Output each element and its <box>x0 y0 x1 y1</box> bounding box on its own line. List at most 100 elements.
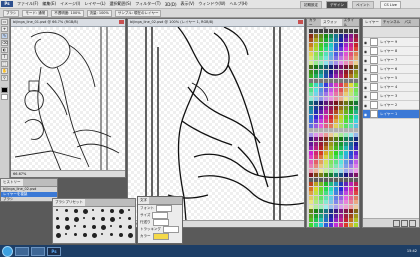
close-icon[interactable] <box>119 20 124 24</box>
color-swatch[interactable] <box>319 105 323 110</box>
color-swatch[interactable] <box>324 56 328 60</box>
color-swatch[interactable] <box>354 33 358 38</box>
color-swatch[interactable] <box>319 33 323 38</box>
color-swatch[interactable] <box>319 177 323 182</box>
color-swatch[interactable] <box>349 110 353 114</box>
color-swatch[interactable] <box>344 51 348 56</box>
color-swatch[interactable] <box>349 29 353 33</box>
color-swatch[interactable] <box>354 29 358 33</box>
color-swatch[interactable] <box>354 65 358 69</box>
color-swatch[interactable] <box>309 195 313 200</box>
color-swatch[interactable] <box>314 29 318 33</box>
tab-layers[interactable]: レイヤー <box>363 19 381 26</box>
color-swatch[interactable] <box>324 69 328 74</box>
color-swatch[interactable] <box>339 38 343 42</box>
color-swatch[interactable] <box>329 114 333 119</box>
color-swatch[interactable] <box>354 60 358 65</box>
color-swatch[interactable] <box>324 191 328 195</box>
color-swatch[interactable] <box>309 168 313 173</box>
color-swatch[interactable] <box>329 56 333 60</box>
color-swatch[interactable] <box>319 78 323 83</box>
color-swatch[interactable] <box>334 150 338 155</box>
color-swatch[interactable] <box>329 51 333 56</box>
color-swatch[interactable] <box>314 191 318 195</box>
color-swatch[interactable] <box>324 173 328 177</box>
color-swatch[interactable] <box>334 128 338 132</box>
workspace-paint-button[interactable]: ペイント <box>352 1 374 9</box>
color-swatch[interactable] <box>349 168 353 173</box>
color-swatch[interactable] <box>309 182 313 186</box>
layer-row[interactable]: ◉ レイヤー 2 <box>363 101 419 110</box>
color-swatch[interactable] <box>314 105 318 110</box>
color-swatch[interactable] <box>344 92 348 96</box>
visibility-eye-icon[interactable]: ◉ <box>363 103 368 108</box>
document-tab-main[interactable]: bijinga_line_02.psd @ 100% (レイヤー 1, RGB/… <box>128 19 304 27</box>
color-swatch[interactable] <box>319 128 323 132</box>
document-window-left[interactable]: bijinga_line_01.psd @ 66.7% (RGB/8) 66.6… <box>10 18 126 178</box>
color-swatch[interactable] <box>319 150 323 155</box>
color-swatch[interactable] <box>344 38 348 42</box>
color-swatch[interactable] <box>319 38 323 42</box>
brush-tip-icon[interactable] <box>128 217 131 220</box>
type-tool-icon[interactable]: T <box>1 54 8 60</box>
layer-row[interactable]: ◉ レイヤー 6 <box>363 65 419 74</box>
color-swatch[interactable] <box>344 132 348 137</box>
color-swatch[interactable] <box>309 96 313 101</box>
brush-tip-icon[interactable] <box>110 217 115 222</box>
brush-tip-icon[interactable] <box>74 233 77 236</box>
color-swatch[interactable] <box>314 78 318 83</box>
color-swatch[interactable] <box>339 200 343 204</box>
color-swatch[interactable] <box>324 101 328 105</box>
brush-tip-icon[interactable] <box>65 233 67 235</box>
option-mode[interactable]: モード: 通常 <box>22 9 49 17</box>
color-swatch[interactable] <box>339 83 343 87</box>
color-swatch[interactable] <box>324 96 328 101</box>
brush-tip-icon[interactable] <box>101 209 104 212</box>
color-swatch[interactable] <box>349 56 353 60</box>
color-swatch[interactable] <box>339 123 343 128</box>
color-swatch[interactable] <box>344 60 348 65</box>
brush-tip-icon[interactable] <box>74 217 79 222</box>
color-swatch[interactable] <box>319 119 323 123</box>
menu-edit[interactable]: 編集(E) <box>40 1 58 7</box>
color-swatch[interactable] <box>324 38 328 42</box>
color-swatch[interactable] <box>324 186 328 191</box>
color-swatch[interactable] <box>319 51 323 56</box>
color-swatch[interactable] <box>329 164 333 168</box>
color-swatch[interactable] <box>309 87 313 92</box>
color-swatch[interactable] <box>349 101 353 105</box>
color-swatch[interactable] <box>329 65 333 69</box>
color-swatch[interactable] <box>329 74 333 78</box>
brush-tip-icon[interactable] <box>92 209 94 211</box>
color-swatch[interactable] <box>319 74 323 78</box>
color-swatch[interactable] <box>309 132 313 137</box>
color-swatch[interactable] <box>319 65 323 69</box>
color-swatch[interactable] <box>319 114 323 119</box>
color-swatch[interactable] <box>314 164 318 168</box>
color-swatch[interactable] <box>309 69 313 74</box>
option-flow[interactable]: 流量: 100% <box>86 9 112 17</box>
color-swatch[interactable] <box>334 218 338 222</box>
color-swatch[interactable] <box>354 182 358 186</box>
color-swatch[interactable] <box>354 51 358 56</box>
eraser-tool-icon[interactable]: ⌫ <box>1 40 8 46</box>
color-swatch[interactable] <box>349 114 353 119</box>
workspace-essentials-button[interactable]: 初期設定 <box>300 1 322 9</box>
color-swatch[interactable] <box>319 141 323 146</box>
color-swatch[interactable] <box>309 83 313 87</box>
color-swatch[interactable] <box>354 105 358 110</box>
menu-help[interactable]: ヘルプ(H) <box>227 1 249 7</box>
color-swatch[interactable] <box>354 164 358 168</box>
color-swatch[interactable] <box>349 42 353 47</box>
color-swatch[interactable] <box>334 119 338 123</box>
color-swatch[interactable] <box>354 204 358 209</box>
color-swatch[interactable] <box>309 33 313 38</box>
color-swatch[interactable] <box>349 146 353 150</box>
color-swatch[interactable] <box>344 83 348 87</box>
tab-brush-presets[interactable]: ブラシプリセット <box>53 199 85 206</box>
character-field[interactable] <box>156 205 172 212</box>
color-swatch[interactable] <box>324 92 328 96</box>
color-swatch[interactable] <box>354 150 358 155</box>
tab-channels[interactable]: チャンネル <box>381 20 402 25</box>
color-swatch[interactable] <box>354 141 358 146</box>
